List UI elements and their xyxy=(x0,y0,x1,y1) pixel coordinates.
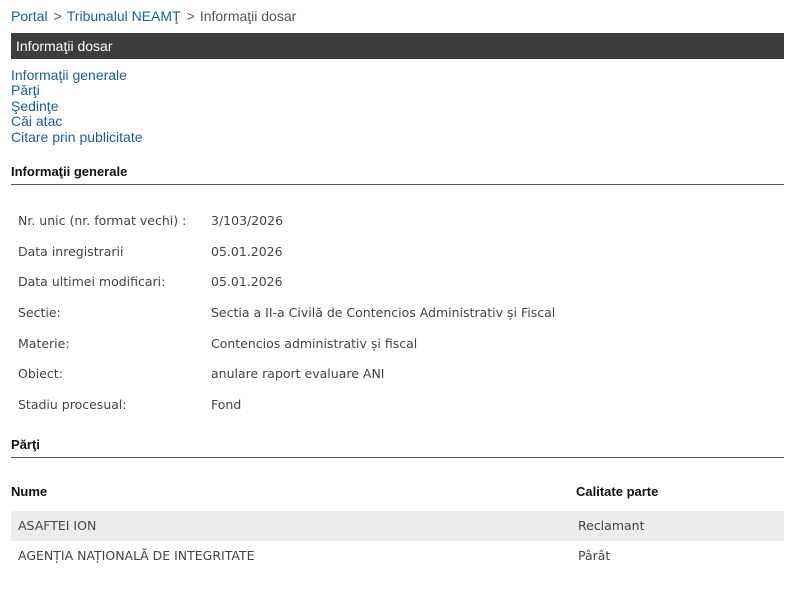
column-header-role: Calitate parte xyxy=(576,484,659,499)
info-row-subject-matter: Materie: Contencios administrativ și fisc… xyxy=(18,329,555,360)
info-row-section: Sectie: Sectia a II-a Civilă de Contencio… xyxy=(18,298,555,329)
info-label: Obiect: xyxy=(18,366,63,382)
info-value: 05.01.2026 xyxy=(211,274,283,290)
table-row: ASAFTEI ION Reclamant xyxy=(11,511,784,541)
parties-heading: Părţi xyxy=(11,437,784,458)
info-row-last-modified: Data ultimei modificari: 05.01.2026 xyxy=(18,267,555,298)
column-header-name: Nume xyxy=(11,484,48,499)
general-info-list: Nr. unic (nr. format vechi) :3/103/2026 … xyxy=(18,206,555,421)
info-label: Nr. unic (nr. format vechi) : xyxy=(18,213,187,228)
breadcrumb-current: Informaţii dosar xyxy=(199,8,297,24)
toc-link-appeals[interactable]: Căi atac xyxy=(11,113,143,129)
info-label: Sectie: xyxy=(18,305,61,321)
general-info-heading: Informaţii generale xyxy=(11,164,784,185)
info-row-registration-date: Data inregistrarii 05.01.2026 xyxy=(18,237,555,268)
info-label: Data ultimei modificari: xyxy=(18,274,166,290)
party-role: Reclamant xyxy=(578,518,645,533)
toc-link-public-summons[interactable]: Citare prin publicitate xyxy=(11,129,143,145)
breadcrumb-separator: > xyxy=(186,8,195,24)
toc-link-parties[interactable]: Părţi xyxy=(11,82,143,98)
info-label: Stadiu procesual: xyxy=(18,397,127,413)
breadcrumb-separator: > xyxy=(53,8,62,24)
info-value: Fond xyxy=(211,397,242,413)
info-label: Data inregistrarii xyxy=(18,243,124,259)
party-name: AGENȚIA NAȚIONALĂ DE INTEGRITATE xyxy=(18,548,255,563)
info-value: anulare raport evaluare ANI xyxy=(211,366,385,382)
info-label: Materie: xyxy=(18,335,70,351)
case-info-page: Portal > Tribunalul NEAMŢ > Informaţii dosar… xyxy=(0,0,800,591)
info-value: Contencios administrativ și fiscal xyxy=(211,335,418,351)
breadcrumb-tribunal-link[interactable]: Tribunalul NEAMŢ xyxy=(67,8,181,24)
party-name: ASAFTEI ION xyxy=(18,518,97,533)
info-row-procedural-stage: Stadiu procesual: Fond xyxy=(18,390,555,421)
party-role: Pârât xyxy=(578,548,611,563)
parties-table-header: Nume Calitate parte xyxy=(11,484,784,504)
info-row-object: Obiect: anulare raport evaluare ANI xyxy=(18,359,555,390)
page-title-bar: Informaţii dosar xyxy=(11,33,784,59)
info-value: 3/103/2026 xyxy=(211,213,284,228)
table-row: AGENȚIA NAȚIONALĂ DE INTEGRITATE Pârât xyxy=(11,541,784,571)
info-value: 05.01.2026 xyxy=(211,243,283,259)
section-navigation: Informaţii generale Părţi Şedinţe Căi at… xyxy=(11,67,143,145)
toc-link-general-info[interactable]: Informaţii generale xyxy=(11,67,143,83)
info-value: Sectia a II-a Civilă de Contencios Admin… xyxy=(211,305,556,321)
info-row-case-number: Nr. unic (nr. format vechi) : 3/103/2026 xyxy=(18,206,555,237)
breadcrumb-portal-link[interactable]: Portal xyxy=(11,8,48,24)
breadcrumb: Portal > Tribunalul NEAMŢ > Informaţii dosar xyxy=(11,7,296,25)
toc-link-hearings[interactable]: Şedinţe xyxy=(11,98,143,114)
